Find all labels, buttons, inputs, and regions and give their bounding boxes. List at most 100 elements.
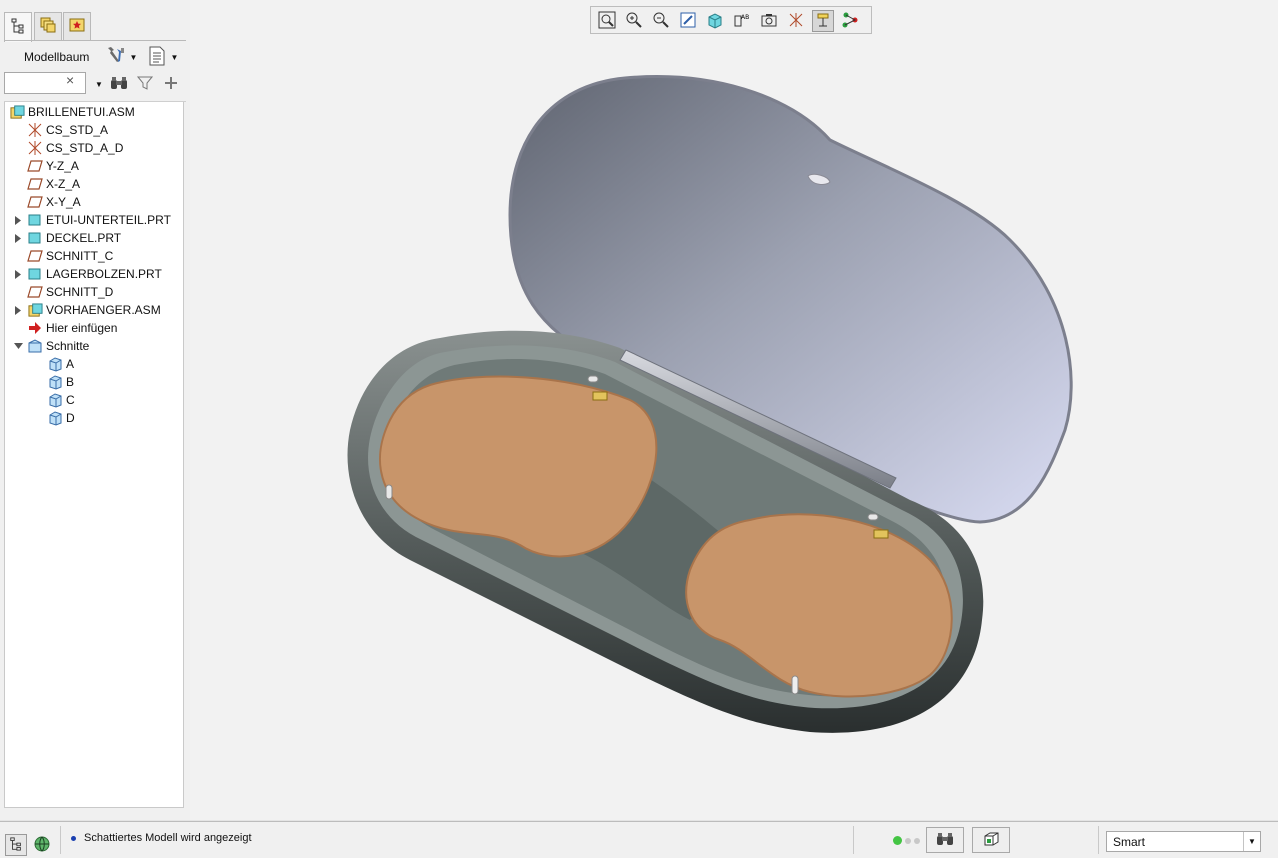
binoculars-icon: [936, 831, 954, 850]
tree-item-label: BRILLENETUI.ASM: [28, 105, 135, 119]
zoom-in-button[interactable]: [623, 10, 645, 32]
tree-item[interactable]: DECKEL.PRT: [14, 229, 122, 247]
spin-center-icon: [814, 11, 832, 32]
message-bullet-icon: [71, 836, 76, 841]
tree-item[interactable]: SCHNITT_C: [27, 247, 113, 265]
tree-item-label: DECKEL.PRT: [46, 231, 122, 245]
tab-model-tree[interactable]: [4, 12, 32, 42]
collapsed-triangle-icon[interactable]: [13, 305, 23, 315]
repaint-button[interactable]: [677, 10, 699, 32]
section-icon: [47, 356, 63, 372]
datum-display-button[interactable]: [785, 10, 807, 32]
close-icon[interactable]: ×: [66, 72, 74, 88]
tree-item[interactable]: X-Z_A: [27, 175, 80, 193]
add-column-button[interactable]: [162, 75, 180, 93]
box-select-icon: [982, 830, 1000, 851]
repaint-icon: [679, 11, 697, 32]
regeneration-status: [893, 836, 920, 845]
toggle-navigator-button[interactable]: [5, 834, 27, 856]
tree-item-label: B: [66, 375, 75, 389]
globe-icon: [33, 835, 51, 856]
zoom-in-icon: [625, 11, 643, 32]
toggle-browser-button[interactable]: [31, 834, 53, 856]
filter-icon: [136, 75, 154, 94]
tree-item[interactable]: BRILLENETUI.ASM: [9, 103, 135, 121]
search-dropdown-button[interactable]: ▼: [90, 75, 108, 93]
datum-points-icon: [841, 11, 859, 32]
annotation-display-button[interactable]: AB: [731, 10, 753, 32]
status-separator: [1098, 826, 1099, 854]
tree-item[interactable]: CS_STD_A_D: [27, 139, 123, 157]
tree-item[interactable]: Hier einfügen: [27, 319, 117, 337]
tree-item[interactable]: CS_STD_A: [27, 121, 108, 139]
svg-text:AB: AB: [741, 14, 749, 21]
tree-item[interactable]: X-Y_A: [27, 193, 81, 211]
expanded-triangle-icon[interactable]: [13, 341, 23, 351]
tree-item[interactable]: Y-Z_A: [27, 157, 79, 175]
assembly-icon: [27, 302, 43, 318]
tree-settings-button[interactable]: ▼: [102, 44, 140, 70]
favorites-icon: [68, 16, 86, 37]
tree-item-label: CS_STD_A_D: [46, 141, 124, 155]
status-light-icon: [905, 837, 911, 844]
find-button[interactable]: [926, 827, 964, 853]
plus-icon: [164, 76, 178, 93]
insert-here-arrow-icon: [27, 320, 43, 336]
display-style-button[interactable]: [758, 10, 780, 32]
tab-favorites[interactable]: [63, 12, 91, 40]
part-icon: [27, 266, 43, 282]
datum-plane-icon: [27, 248, 43, 264]
datum-plane-icon: [27, 194, 43, 210]
part-icon: [27, 212, 43, 228]
tree-item[interactable]: VORHAENGER.ASM: [14, 301, 161, 319]
section-icon: [47, 374, 63, 390]
tree-item-label: C: [66, 393, 75, 407]
coordinate-system-icon: [27, 122, 43, 138]
tree-item-label: LAGERBOLZEN.PRT: [46, 267, 162, 281]
tree-display-options-button[interactable]: ▼: [144, 44, 182, 70]
status-light-icon: [914, 837, 920, 844]
graphics-viewport[interactable]: AB: [190, 0, 1278, 820]
cube-icon: [706, 11, 724, 32]
tree-item[interactable]: SCHNITT_D: [27, 283, 113, 301]
zoom-fit-icon: [598, 11, 616, 32]
refit-button[interactable]: [596, 10, 618, 32]
section-icon: [47, 410, 63, 426]
spin-center-button[interactable]: [812, 10, 834, 32]
list-view-icon: [148, 46, 166, 69]
tree-item-label: A: [66, 357, 75, 371]
tab-folder-browser[interactable]: [34, 12, 62, 40]
coordinate-system-icon: [27, 140, 43, 156]
tree-item-label: SCHNITT_C: [46, 249, 114, 263]
chevron-down-icon: ▼: [129, 52, 138, 62]
datum-plane-icon: [27, 158, 43, 174]
selection-box-button[interactable]: [972, 827, 1010, 853]
tree-item-label: X-Z_A: [46, 177, 81, 191]
model-tree-icon: [10, 18, 26, 37]
find-button[interactable]: [110, 75, 128, 93]
tree-item[interactable]: LAGERBOLZEN.PRT: [14, 265, 162, 283]
model-render: [347, 75, 1073, 733]
filter-button[interactable]: [136, 75, 154, 93]
tree-item[interactable]: B: [47, 373, 74, 391]
status-bar: Schattiertes Modell wird angezeigt Smart…: [0, 821, 1278, 858]
zoom-out-button[interactable]: [650, 10, 672, 32]
collapsed-triangle-icon[interactable]: [13, 269, 23, 279]
chevron-down-icon[interactable]: ▼: [1243, 832, 1260, 851]
saved-orientations-button[interactable]: [704, 10, 726, 32]
selection-filter-select[interactable]: Smart ▼: [1106, 831, 1261, 852]
tree-item-label: Y-Z_A: [46, 159, 79, 173]
status-separator: [853, 826, 854, 854]
tree-item[interactable]: Schnitte: [13, 337, 90, 355]
collapsed-triangle-icon[interactable]: [13, 215, 23, 225]
datum-points-button[interactable]: [839, 10, 861, 32]
tree-item[interactable]: ETUI-UNTERTEIL.PRT: [14, 211, 171, 229]
tree-item-label: ETUI-UNTERTEIL.PRT: [46, 213, 171, 227]
model-tree: BRILLENETUI.ASM CS_STD_A CS_STD_A_D Y-Z_A X-…: [4, 102, 184, 808]
tree-item[interactable]: D: [47, 409, 75, 427]
collapsed-triangle-icon[interactable]: [13, 233, 23, 243]
tree-item-label: Schnitte: [46, 339, 90, 353]
tree-item[interactable]: C: [47, 391, 75, 409]
tree-item[interactable]: A: [47, 355, 74, 373]
tree-search-input[interactable]: [7, 75, 67, 93]
